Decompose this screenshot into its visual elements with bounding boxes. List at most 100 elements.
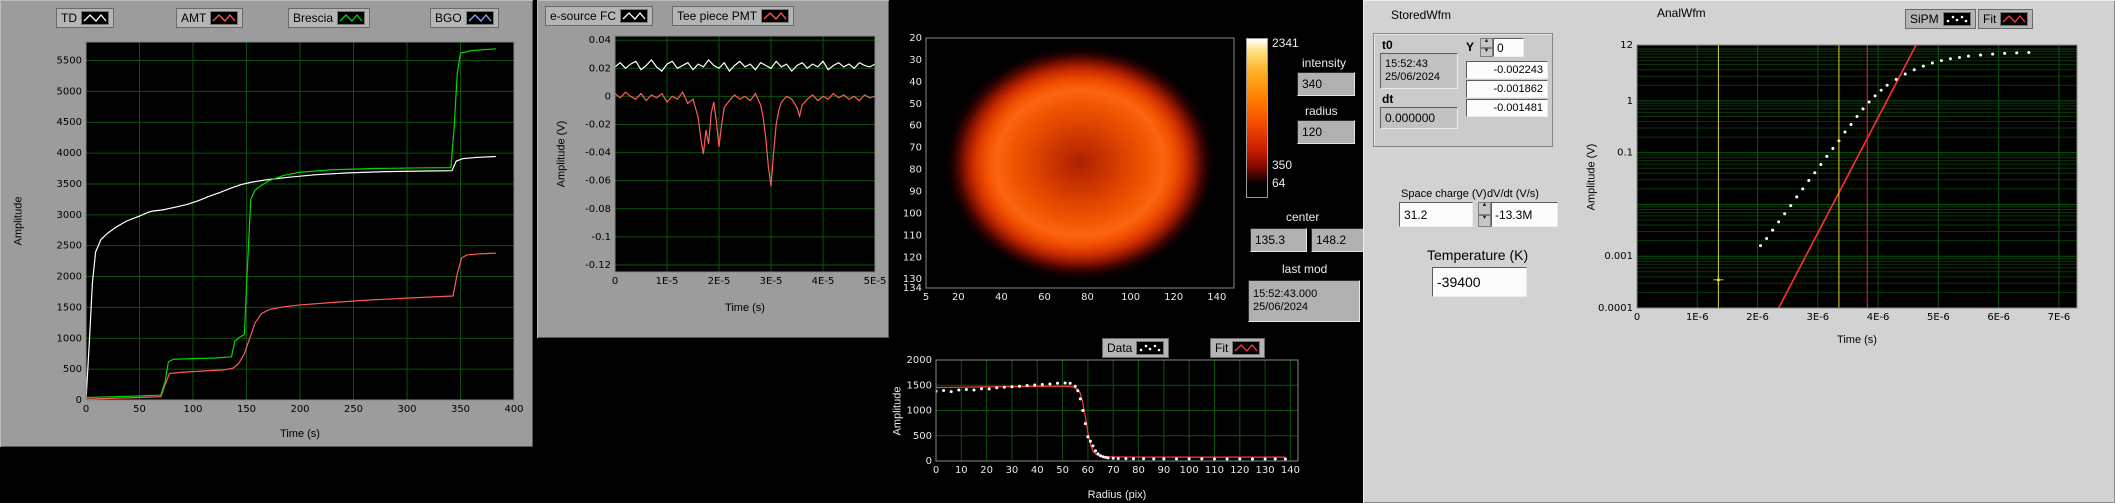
y-array-element-2: -0.001481 [1466, 99, 1548, 117]
svg-text:0.02: 0.02 [589, 63, 611, 74]
dvdt-label: dV/dt (V/s) [1487, 188, 1539, 200]
svg-text:12: 12 [1620, 40, 1633, 51]
beam-intensity-image-graph[interactable]: 5 20 40 60 80 100 120 140 20 30 40 50 60 70 80 90 100 110… [888, 14, 1242, 314]
radius-label: radius [1305, 104, 1338, 118]
legend-item-tee-piece-pmt[interactable]: Tee piece PMT [672, 6, 795, 26]
legend-item-esource-fc[interactable]: e-source FC [545, 6, 654, 26]
svg-text:20: 20 [909, 33, 922, 44]
td-line-style-icon [81, 11, 109, 25]
t0-time: 15:52:43 [1385, 58, 1428, 70]
legend-item-bgo[interactable]: BGO [430, 8, 499, 28]
legend-item-td[interactable]: TD [56, 8, 114, 28]
y-index-decrement-arrow[interactable]: ▼ [1480, 47, 1493, 57]
svg-text:4E-5: 4E-5 [812, 276, 835, 287]
y-array-element-0: -0.002243 [1466, 61, 1548, 79]
svg-text:-0.08: -0.08 [585, 204, 611, 215]
svg-text:400: 400 [504, 404, 523, 415]
amplitude-vs-time-graph[interactable]: Amplitude Time (s) 0 50 100 150 200 250 300 350… [4, 34, 528, 444]
legend-item-brescia[interactable]: Brescia [288, 8, 371, 28]
svg-text:60: 60 [1038, 292, 1051, 303]
colorbar-mid-label: 350 [1272, 158, 1293, 172]
svg-text:70: 70 [1107, 465, 1120, 476]
svg-text:1500: 1500 [57, 302, 82, 313]
esource-pmt-graph[interactable]: Amplitude (V) Time (s) 0 1E-5 2E-5 3E-5 4E-5… [537, 28, 889, 320]
y-index-arrows[interactable]: ▲ ▼ [1480, 38, 1493, 57]
legend-label-fit: Fit [1215, 341, 1229, 355]
dt-value: 0.000000 [1380, 107, 1458, 129]
y-array-element-1: -0.001862 [1466, 80, 1548, 98]
svg-text:60: 60 [1082, 465, 1095, 476]
svg-text:1: 1 [1627, 96, 1633, 107]
svg-text:4500: 4500 [57, 117, 82, 128]
svg-text:0: 0 [76, 395, 82, 406]
center-label: center [1286, 210, 1320, 224]
svg-text:100: 100 [1180, 465, 1199, 476]
svg-text:-0.06: -0.06 [585, 176, 611, 187]
dvdt-value[interactable]: -13.3M [1491, 202, 1558, 227]
svg-text:0: 0 [926, 456, 932, 467]
intensity-colorbar[interactable] [1246, 38, 1268, 198]
legend-item-amt[interactable]: AMT [176, 8, 244, 28]
y-array-index-control[interactable]: ▲ ▼ 0 [1480, 38, 1524, 57]
analwfm-graph[interactable]: Amplitude (V) Time (s) 0 1E-6 2E-6 3E-6 4E-6… [1583, 30, 2093, 350]
svg-text:1000: 1000 [57, 333, 82, 344]
right-control-panel: StoredWfm t0 15:52:43 25/06/2024 dt 0.00… [1363, 0, 2115, 503]
radial-profile-graph[interactable]: Amplitude Radius (pix) 0 10 20 30 40 50 60 70 80… [888, 356, 1312, 503]
brescia-line-style-icon [337, 11, 366, 25]
legend-label-bgo: BGO [435, 11, 462, 25]
legend-item-fit[interactable]: Fit [1210, 338, 1266, 358]
svg-text:20: 20 [980, 465, 993, 476]
last-mod-time: 15:52:43.000 [1253, 288, 1318, 300]
svg-text:30: 30 [909, 55, 922, 66]
svg-text:300: 300 [397, 404, 416, 415]
svg-text:4000: 4000 [57, 148, 82, 159]
svg-text:0.1: 0.1 [1617, 148, 1633, 159]
svg-text:1E-5: 1E-5 [656, 276, 679, 287]
legend-label-td: TD [61, 11, 77, 25]
dvdt-arrows[interactable]: ▲ ▼ [1478, 202, 1491, 227]
svg-text:2500: 2500 [57, 241, 82, 252]
svg-text:40: 40 [1031, 465, 1044, 476]
legend-item-sipm[interactable]: SiPM [1905, 9, 1976, 29]
svg-text:0.0001: 0.0001 [1598, 303, 1633, 314]
svg-text:-0.1: -0.1 [591, 232, 611, 243]
svg-text:120: 120 [1164, 292, 1183, 303]
svg-text:10: 10 [955, 465, 968, 476]
last-mod-value: 15:52:43.000 25/06/2024 [1248, 280, 1360, 322]
svg-text:4E-6: 4E-6 [1867, 312, 1890, 323]
t0-label: t0 [1382, 38, 1393, 52]
svg-text:150: 150 [237, 404, 256, 415]
svg-text:3000: 3000 [57, 210, 82, 221]
space-charge-label: Space charge (V) [1401, 188, 1487, 200]
storedwfm-cluster: t0 15:52:43 25/06/2024 dt 0.000000 Y ▲ ▼… [1373, 33, 1553, 147]
svg-text:500: 500 [63, 364, 82, 375]
svg-text:0: 0 [933, 465, 939, 476]
y-array-index-value[interactable]: 0 [1493, 38, 1524, 57]
svg-text:250: 250 [344, 404, 363, 415]
svg-text:70: 70 [909, 143, 922, 154]
center-x-value: 135.3 [1250, 228, 1307, 252]
svg-text:2E-5: 2E-5 [708, 276, 731, 287]
last-mod-date: 25/06/2024 [1253, 301, 1309, 313]
svg-text:200: 200 [290, 404, 309, 415]
legend-label-sipm: SiPM [1910, 12, 1939, 26]
dvdt-increment-arrow[interactable]: ▲ [1478, 202, 1491, 215]
svg-text:5500: 5500 [57, 56, 82, 67]
svg-text:100: 100 [183, 404, 202, 415]
esource-graph-panel: e-source FC Tee piece PMT Amplitude (V) … [537, 0, 889, 338]
svg-text:40: 40 [995, 292, 1008, 303]
svg-text:7E-6: 7E-6 [2048, 312, 2071, 323]
y-index-increment-arrow[interactable]: ▲ [1480, 38, 1493, 48]
legend-item-analfit[interactable]: Fit [1978, 9, 2034, 29]
legend-label-brescia: Brescia [293, 11, 334, 25]
amt-line-style-icon [210, 11, 239, 25]
legend-item-data[interactable]: Data [1102, 338, 1170, 358]
svg-text:5000: 5000 [57, 86, 82, 97]
dvdt-decrement-arrow[interactable]: ▼ [1478, 214, 1491, 227]
dvdt-control[interactable]: ▲ ▼ -13.3M [1478, 202, 1558, 227]
sipm-scatter-style-icon [1942, 12, 1971, 26]
y-array-label: Y [1466, 40, 1475, 54]
dt-label: dt [1382, 92, 1394, 106]
analfit-line-style-icon [2000, 12, 2029, 26]
svg-text:1E-6: 1E-6 [1686, 312, 1709, 323]
